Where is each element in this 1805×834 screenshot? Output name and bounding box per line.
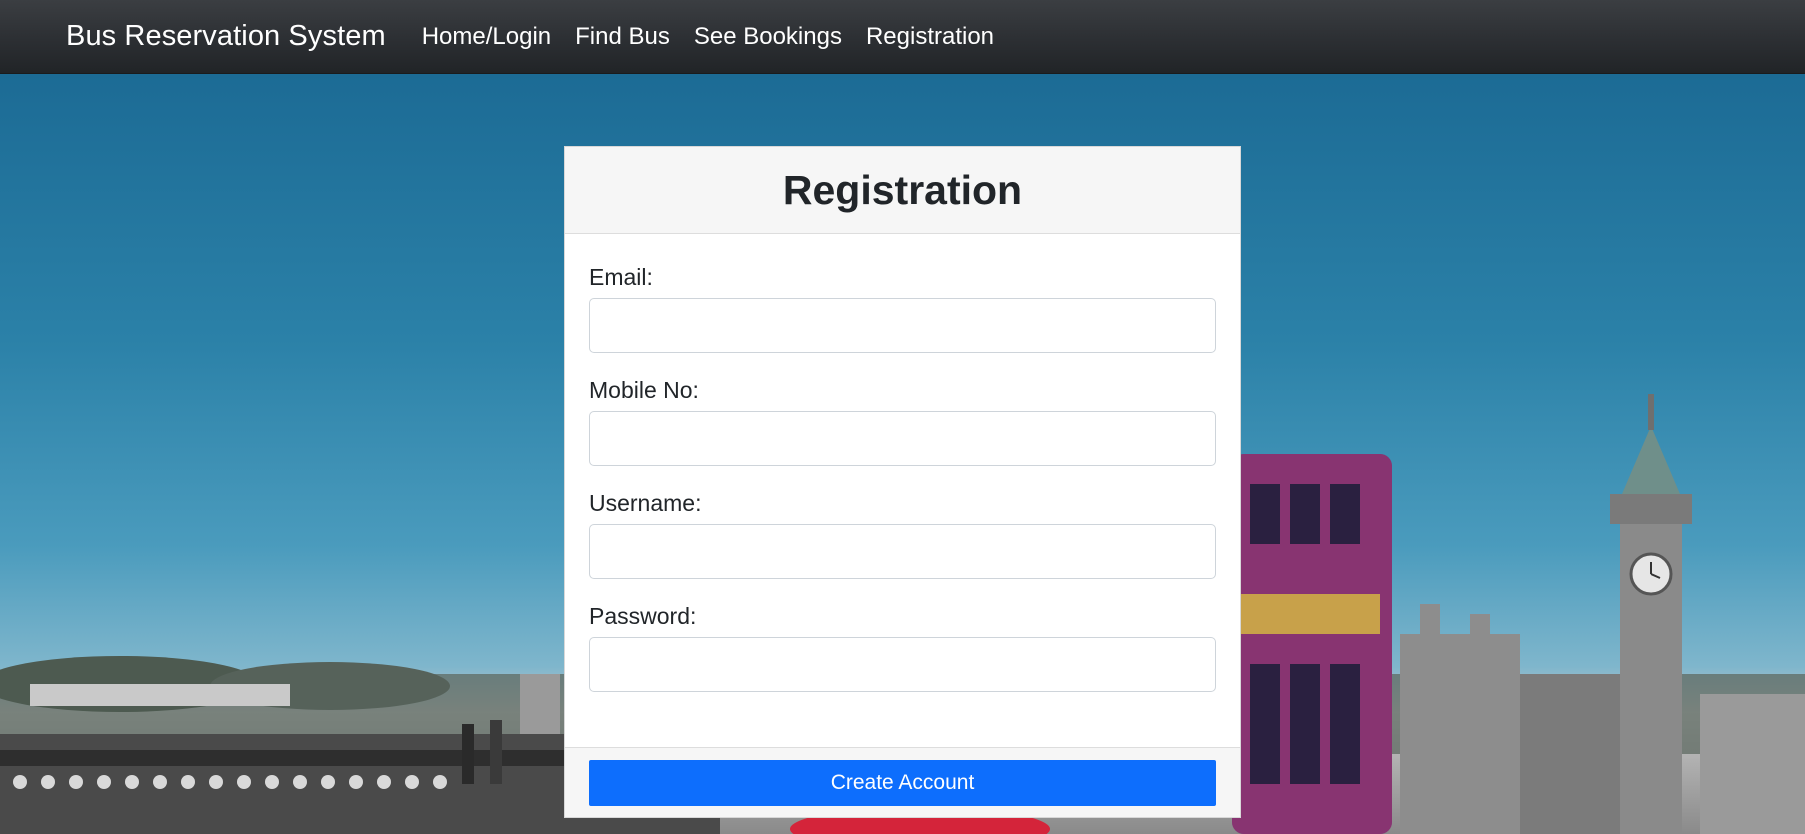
nav-link-find-bus[interactable]: Find Bus [575, 23, 670, 51]
create-account-button[interactable]: Create Account [589, 760, 1216, 806]
email-label: Email: [589, 264, 653, 290]
registration-card: Registration Email: Mobile No: Username:… [564, 146, 1241, 818]
card-header: Registration [565, 147, 1240, 234]
nav-link-home-login[interactable]: Home/Login [422, 23, 551, 51]
username-field[interactable] [589, 524, 1216, 579]
mobile-label: Mobile No: [589, 377, 699, 403]
mobile-field[interactable] [589, 411, 1216, 466]
top-navbar: Bus Reservation System Home/Login Find B… [0, 0, 1805, 74]
email-field[interactable] [589, 298, 1216, 353]
nav-link-see-bookings[interactable]: See Bookings [694, 23, 842, 51]
password-field[interactable] [589, 637, 1216, 692]
card-footer: Create Account [565, 747, 1240, 817]
mobile-group: Mobile No: [589, 377, 1216, 466]
username-group: Username: [589, 490, 1216, 579]
password-group: Password: [589, 603, 1216, 692]
nav-link-registration[interactable]: Registration [866, 23, 994, 51]
password-label: Password: [589, 603, 697, 629]
username-label: Username: [589, 490, 702, 516]
email-group: Email: [589, 264, 1216, 353]
navbar-brand[interactable]: Bus Reservation System [66, 20, 386, 53]
registration-form: Email: Mobile No: Username: Password: [565, 234, 1240, 748]
nav-links: Home/Login Find Bus See Bookings Registr… [422, 23, 994, 51]
page-title: Registration [782, 166, 1023, 213]
